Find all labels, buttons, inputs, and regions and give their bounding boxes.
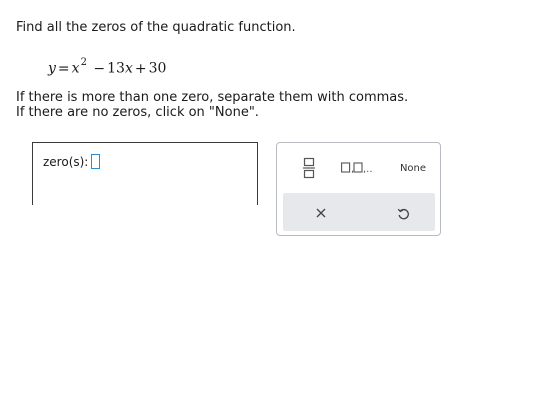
none-button[interactable]: None	[393, 157, 433, 179]
keypad-action-bar	[283, 193, 435, 231]
fraction-button[interactable]	[299, 153, 319, 183]
close-icon	[316, 208, 326, 218]
clear-button[interactable]	[305, 201, 337, 225]
equation-lhs: y	[48, 60, 56, 77]
answer-row: zero(s):	[43, 154, 101, 169]
equation-plus: +	[134, 60, 147, 77]
equation-exponent: 2	[80, 57, 87, 68]
equation-constant: 30	[148, 60, 167, 77]
zeros-label: zero(s):	[43, 154, 89, 169]
math-keypad: , ,... None	[276, 142, 441, 236]
equation-variable-linear: x	[124, 60, 133, 77]
equation-coefficient: 13	[107, 60, 125, 77]
equation-equals: =	[57, 60, 70, 77]
svg-text:,...: ,...	[363, 164, 373, 174]
quadratic-equation: y = x2 −13x +30	[48, 55, 166, 79]
equation-variable: x	[71, 60, 80, 77]
answer-instructions: If there is more than one zero, separate…	[16, 90, 408, 120]
equation-minus: −	[93, 60, 106, 77]
zeros-input[interactable]	[91, 154, 101, 169]
note-multiple-zeros: If there is more than one zero, separate…	[16, 90, 409, 105]
answer-area: zero(s):	[32, 142, 258, 205]
fraction-icon	[303, 157, 315, 179]
undo-button[interactable]	[387, 201, 419, 225]
undo-icon	[397, 208, 409, 219]
list-of-values-icon: , ,...	[341, 162, 373, 174]
list-button[interactable]: , ,...	[337, 157, 377, 179]
problem-instruction: Find all the zeros of the quadratic func…	[16, 20, 296, 35]
note-no-zeros: If there are no zeros, click on "None".	[16, 105, 259, 120]
